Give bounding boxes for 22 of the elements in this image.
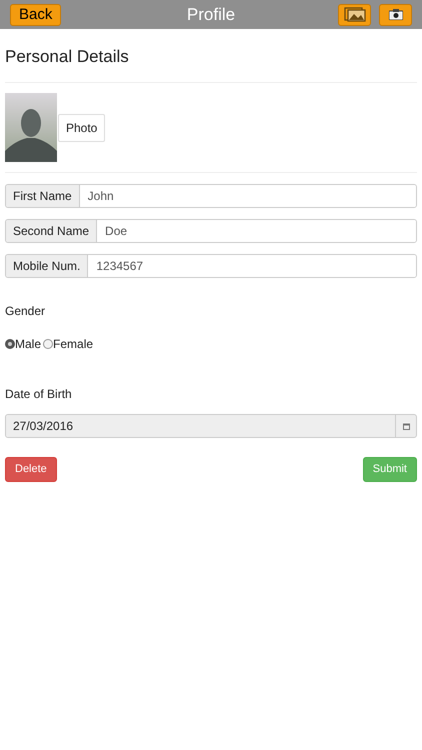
section-title: Personal Details (5, 47, 129, 66)
gallery-button[interactable] (338, 4, 371, 26)
delete-button[interactable]: Delete (5, 457, 57, 482)
calendar-icon (402, 422, 410, 430)
input-field[interactable]: Second Name Doe (5, 219, 417, 243)
input-field[interactable]: Mobile Num. 1234567 (5, 254, 417, 278)
radio-button[interactable] (5, 339, 15, 349)
date-of-birth-label: Date of Birth (5, 387, 72, 401)
back-button[interactable]: Back (10, 4, 62, 26)
camera-button[interactable] (379, 4, 412, 26)
field-label: Mobile Num. (6, 255, 88, 277)
camera-icon (388, 9, 402, 20)
input-field[interactable]: First Name John (5, 184, 417, 208)
radio-button[interactable] (43, 339, 54, 349)
radio-option[interactable]: Male (5, 335, 42, 353)
field-label: First Name (6, 185, 80, 207)
pictures-icon (344, 7, 366, 22)
field-label: Second Name (6, 220, 98, 242)
header-title: Profile (186, 4, 236, 26)
photo-button[interactable]: Photo (58, 114, 106, 142)
gender-label: Gender (5, 304, 46, 318)
radio-option[interactable]: Female (43, 335, 94, 353)
